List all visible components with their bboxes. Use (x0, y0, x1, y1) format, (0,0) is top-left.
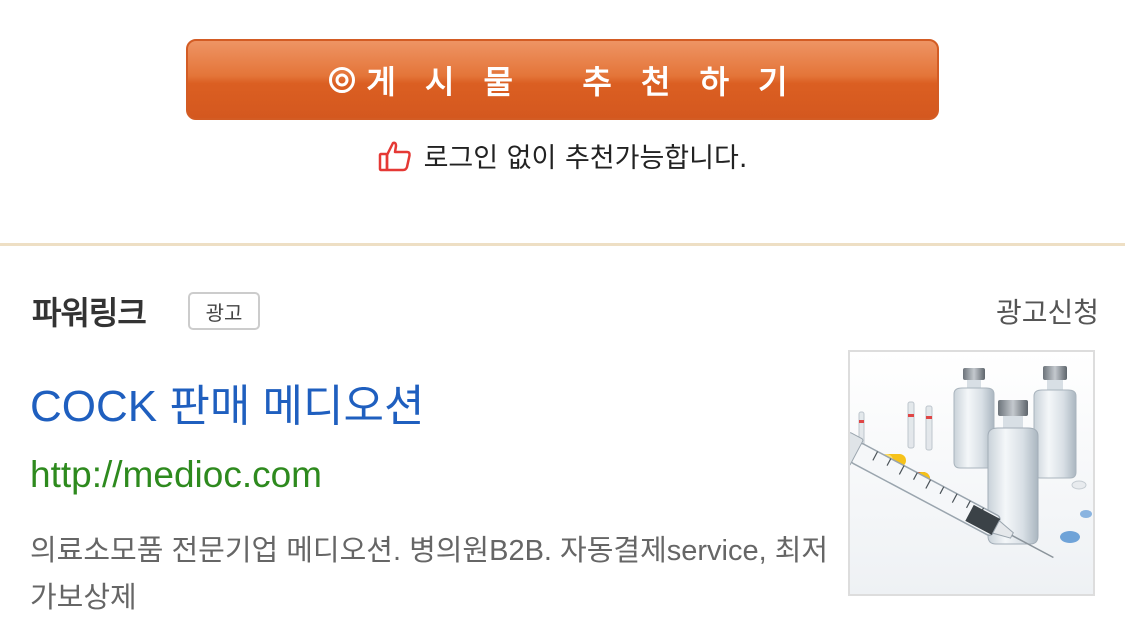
ad-badge: 광고 (188, 292, 260, 330)
recommend-note: 로그인 없이 추천가능합니다. (0, 136, 1125, 175)
powerlink-title: 파워링크 (32, 294, 147, 332)
thumbs-up-icon (378, 141, 411, 171)
recommend-note-text: 로그인 없이 추천가능합니다. (423, 143, 748, 174)
target-icon (329, 66, 356, 93)
recommend-post-button-label: 게 시 물 추 천 하 기 (366, 62, 797, 101)
ad-title-link[interactable]: COCK 판매 메디오션 (30, 370, 424, 434)
recommend-post-button-content: 게 시 물 추 천 하 기 (328, 57, 796, 103)
ad-description: 의료소모품 전문기업 메디오션. 병의원B2B. 자동결제service, 최저… (30, 535, 829, 614)
ad-thumbnail[interactable] (848, 350, 1095, 596)
recommend-post-button[interactable]: 게 시 물 추 천 하 기 (186, 39, 939, 120)
ad-apply-link[interactable]: 광고신청 (996, 291, 1099, 331)
ad-url-link[interactable]: http://medioc.com (30, 454, 322, 496)
section-divider (0, 243, 1125, 246)
page: 게 시 물 추 천 하 기 로그인 없이 추천가능합니다. 파워링크 광고 광고… (0, 0, 1125, 631)
medical-vials-syringe-image (850, 352, 1093, 594)
